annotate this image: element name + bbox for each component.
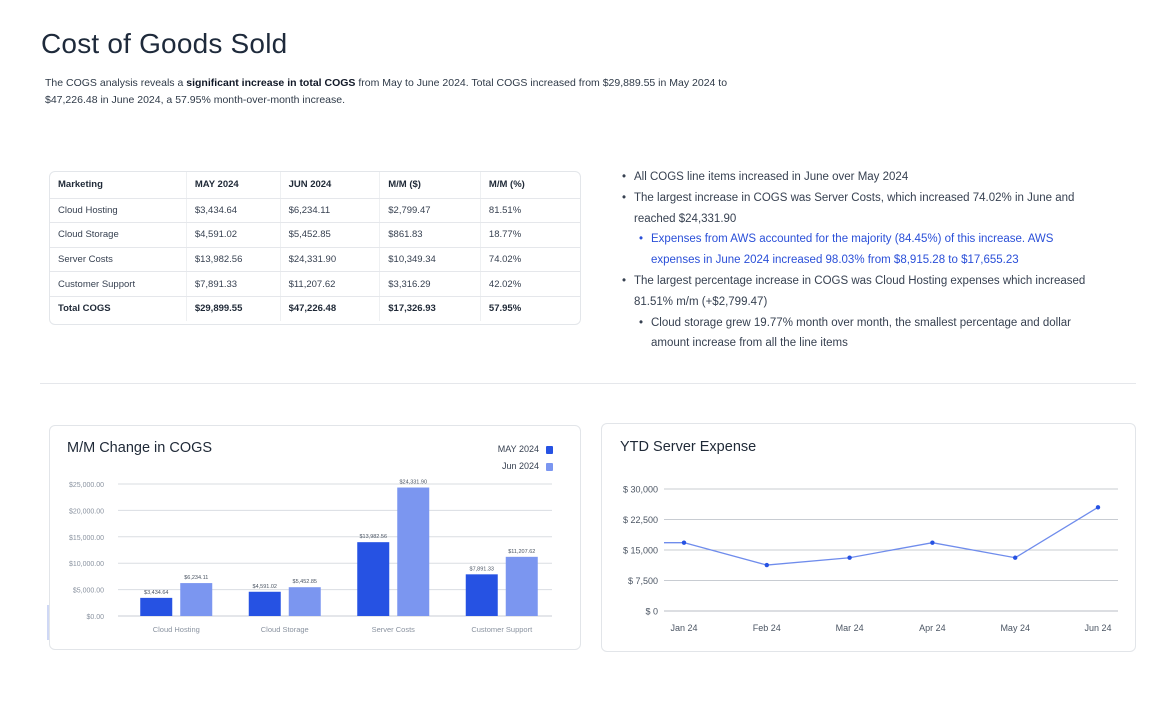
header-cell: MAY 2024: [186, 172, 281, 199]
y-tick-label: $10,000.00: [69, 561, 104, 568]
table-cell: Cloud Storage: [50, 222, 187, 248]
y-tick-label: $ 22,500: [623, 515, 658, 525]
x-tick-label: Cloud Storage: [261, 625, 309, 634]
x-tick-label: Customer Support: [471, 625, 533, 634]
page-title: Cost of Goods Sold: [41, 28, 288, 59]
bar: [140, 597, 173, 616]
data-point: [1095, 505, 1101, 510]
bar: [397, 487, 430, 616]
summary-text: The COGS analysis reveals a significant …: [45, 75, 745, 109]
table-cell: Customer Support: [50, 271, 187, 297]
table-cell: $7,891.33: [186, 271, 281, 297]
insights-list: All COGS line items increased in June ov…: [622, 167, 1092, 354]
section-divider: [40, 383, 1136, 384]
header-cell: M/M ($): [379, 172, 481, 199]
header-cell: JUN 2024: [280, 172, 381, 199]
x-tick-label: Feb 24: [753, 623, 781, 633]
y-tick-label: $25,000.00: [69, 482, 104, 489]
header-cell: M/M (%): [480, 172, 580, 199]
y-tick-label: $0.00: [86, 614, 104, 621]
data-point: [681, 540, 687, 545]
y-tick-label: $20,000.00: [69, 508, 104, 515]
cogs-table-card: Marketing MAY 2024 JUN 2024 M/M ($) M/M …: [49, 171, 581, 325]
table-total-row: Total COGS $29,899.55 $47,226.48 $17,326…: [50, 296, 580, 321]
y-tick-label: $ 30,000: [623, 485, 658, 495]
bar-data-label: $13,982.56: [359, 534, 387, 540]
y-tick-label: $ 0: [645, 607, 658, 617]
table-cell: $3,316.29: [379, 271, 481, 297]
data-point: [847, 555, 852, 560]
table-cell: $11,207.62: [280, 271, 381, 297]
y-tick-label: $ 15,000: [623, 546, 658, 556]
table-row: Customer Support $7,891.33 $11,207.62 $3…: [50, 271, 580, 297]
bar-data-label: $5,452.85: [293, 579, 317, 585]
table-cell: $10,349.34: [379, 247, 481, 273]
insight-item: The largest increase in COGS was Server …: [622, 188, 1092, 230]
line-chart-card: YTD Server Expense $ 0 $ 7,500 $ 15,000 $ 2…: [601, 423, 1136, 652]
data-point: [764, 562, 769, 568]
total-cell: $29,899.55: [186, 296, 281, 321]
bar: [505, 556, 538, 616]
series-line: [683, 506, 1099, 566]
y-tick-label: $5,000.00: [73, 588, 104, 595]
bar-data-label: $11,207.62: [508, 549, 535, 555]
summary-pre: The COGS analysis reveals a: [45, 77, 187, 89]
total-cell: Total COGS: [50, 296, 187, 321]
bar: [357, 542, 390, 616]
table-cell: $13,982.56: [186, 247, 281, 273]
total-cell: $17,326.93: [379, 296, 481, 321]
table-cell: $3,434.64: [186, 198, 281, 224]
x-tick-label: Jan 24: [670, 623, 697, 633]
bar-chart-card: M/M Change in COGS MAY 2024 Jun 2024 $0.…: [49, 425, 581, 650]
header-cell: Marketing: [50, 172, 187, 199]
x-tick-label: Mar 24: [836, 623, 864, 633]
bar-data-label: $7,891.33: [470, 566, 494, 572]
x-tick-label: May 24: [1000, 623, 1030, 633]
x-tick-label: Server Costs: [372, 625, 416, 634]
table-cell: $6,234.11: [280, 198, 381, 224]
table-cell: 81.51%: [480, 198, 580, 224]
total-cell: 57.95%: [488, 303, 522, 315]
table-cell: $2,799.47: [379, 198, 481, 224]
bar-data-label: $24,331.90: [399, 480, 427, 486]
table-cell: Server Costs: [50, 247, 187, 273]
table-row: Cloud Storage $4,591.02 $5,452.85 $861.8…: [50, 222, 580, 248]
total-cell: $47,226.48: [280, 296, 381, 321]
summary-bold: significant increase in total COGS: [186, 77, 356, 89]
cogs-table: Marketing MAY 2024 JUN 2024 M/M ($) M/M …: [50, 172, 580, 321]
table-row: Cloud Hosting $3,434.64 $6,234.11 $2,799…: [50, 198, 580, 224]
bar-data-label: $6,234.11: [184, 575, 208, 581]
x-tick-label: Apr 24: [919, 623, 946, 633]
bar: [465, 574, 498, 616]
x-tick-label: Cloud Hosting: [153, 625, 200, 634]
insight-item: All COGS line items increased in June ov…: [622, 167, 1092, 188]
table-cell: $24,331.90: [280, 247, 381, 273]
insight-subitem-highlight: Expenses from AWS accounted for the majo…: [639, 229, 1092, 271]
line-chart-svg: $ 0 $ 7,500 $ 15,000 $ 22,500 $ 30,000 Jan 24…: [623, 485, 1118, 633]
bar: [180, 583, 213, 616]
table-row: Server Costs $13,982.56 $24,331.90 $10,3…: [50, 247, 580, 273]
table-cell: 74.02%: [480, 247, 580, 273]
data-point: [1013, 555, 1018, 560]
table-cell: 42.02%: [480, 271, 580, 297]
insight-subitem: Cloud storage grew 19.77% month over mon…: [639, 313, 1092, 355]
table-cell: Cloud Hosting: [50, 198, 187, 224]
table-cell: $4,591.02: [186, 222, 281, 248]
bar: [248, 591, 281, 616]
table-header-row: Marketing MAY 2024 JUN 2024 M/M ($) M/M …: [50, 172, 580, 199]
bar-data-label: $4,591.02: [253, 584, 277, 590]
bar-data-label: $3,434.64: [144, 590, 168, 596]
x-tick-label: Jun 24: [1084, 623, 1111, 633]
table-cell: 18.77%: [480, 222, 580, 248]
y-tick-label: $15,000.00: [69, 535, 104, 542]
data-point: [930, 540, 935, 545]
table-cell: $861.83: [379, 222, 481, 248]
bar: [288, 587, 321, 616]
insight-item: The largest percentage increase in COGS …: [622, 271, 1092, 313]
y-tick-label: $ 7,500: [628, 576, 658, 586]
table-cell: $5,452.85: [280, 222, 381, 248]
bar-chart-svg: $0.00 $5,000.00 $10,000.00 $15,000.00 $20,00…: [69, 480, 552, 634]
